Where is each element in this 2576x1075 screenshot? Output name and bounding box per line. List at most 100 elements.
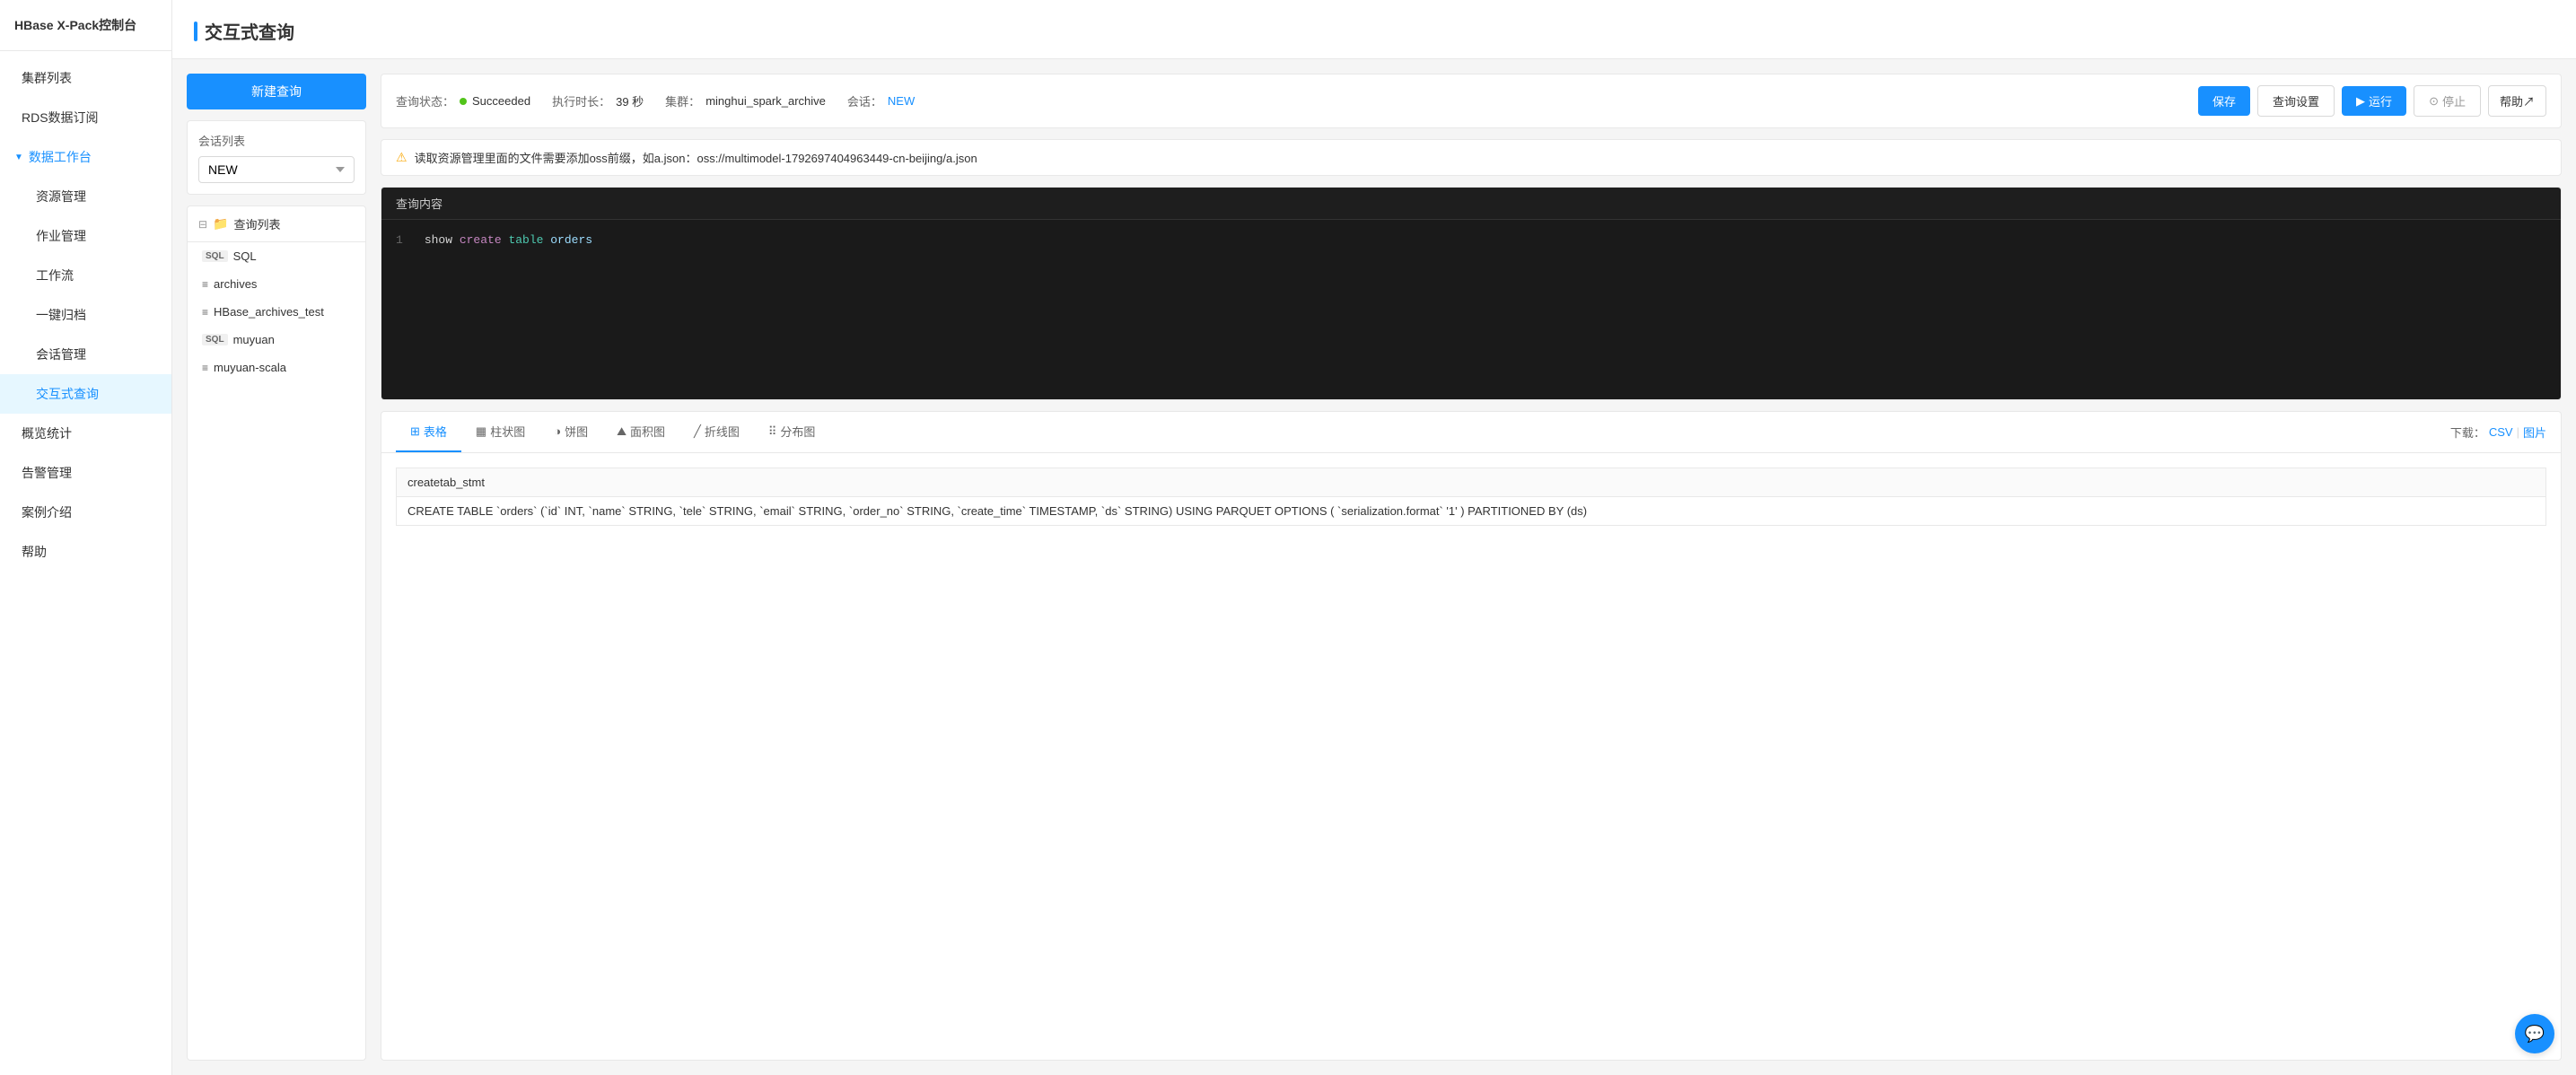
sidebar-item-interactive-query[interactable]: 交互式查询 bbox=[0, 374, 171, 414]
sidebar-item-workflow[interactable]: 工作流 bbox=[0, 256, 171, 295]
query-list-header: ⊟ 📁 查询列表 bbox=[188, 206, 365, 242]
tab-pie-label: 饼图 bbox=[565, 423, 588, 440]
query-list-item-label: HBase_archives_test bbox=[214, 305, 324, 319]
tab-area-icon: ⛰ bbox=[617, 424, 626, 439]
title-bar-accent bbox=[194, 22, 197, 41]
session-select[interactable]: NEW bbox=[198, 156, 355, 183]
query-status-bar: 查询状态： Succeeded 执行时长： 39 秒 集群： minghui_s… bbox=[381, 74, 2562, 128]
help-button[interactable]: 帮助↗ bbox=[2488, 85, 2546, 117]
stop-icon: ⊙ bbox=[2429, 94, 2439, 109]
code-show: show bbox=[425, 233, 460, 247]
sidebar-item-label: 交互式查询 bbox=[36, 385, 99, 403]
status-item-state: 查询状态： Succeeded bbox=[396, 92, 530, 109]
results-section: ⊞ 表格 ▦ 柱状图 ◑ 饼图 ⛰ 面积图 bbox=[381, 411, 2562, 1061]
chat-fab[interactable]: 💬 bbox=[2515, 1014, 2554, 1053]
new-query-button[interactable]: 新建查询 bbox=[187, 74, 366, 109]
sidebar: HBase X-Pack控制台 集群列表 RDS数据订阅 ▼ 数据工作台 资源管… bbox=[0, 0, 172, 1075]
query-settings-button[interactable]: 查询设置 bbox=[2257, 85, 2335, 117]
sidebar-item-label: 作业管理 bbox=[36, 227, 86, 245]
sidebar-item-alert-mgmt[interactable]: 告警管理 bbox=[0, 453, 171, 493]
right-panel: 查询状态： Succeeded 执行时长： 39 秒 集群： minghui_s… bbox=[381, 74, 2562, 1061]
query-list-item-label: muyuan-scala bbox=[214, 361, 286, 374]
arrow-down-icon: ▼ bbox=[14, 153, 23, 162]
results-table: createtab_stmt CREATE TABLE `orders` (`i… bbox=[396, 468, 2546, 526]
sidebar-item-label: 一键归档 bbox=[36, 306, 86, 324]
query-list-title: 查询列表 bbox=[234, 215, 281, 232]
sidebar-item-label: RDS数据订阅 bbox=[22, 109, 99, 127]
tab-line[interactable]: ╱ 折线图 bbox=[679, 412, 754, 452]
tab-line-label: 折线图 bbox=[705, 423, 740, 440]
code-ident: orders bbox=[550, 233, 592, 247]
query-list-section: ⊟ 📁 查询列表 SQL SQL ≡ archives ≡ HBase_ar bbox=[187, 205, 366, 1061]
spark-icon: ≡ bbox=[202, 278, 208, 291]
warning-bar: ⚠ 读取资源管理里面的文件需要添加oss前缀，如a.json：oss://mul… bbox=[381, 139, 2562, 176]
duration-value: 39 秒 bbox=[616, 92, 644, 109]
app-logo: HBase X-Pack控制台 bbox=[0, 0, 171, 51]
query-list-item-label: archives bbox=[214, 277, 257, 291]
editor-label: 查询内容 bbox=[381, 188, 2561, 220]
status-label: 查询状态： bbox=[396, 92, 454, 109]
tab-table-icon: ⊞ bbox=[410, 424, 420, 439]
tab-line-icon: ╱ bbox=[694, 424, 701, 439]
save-button[interactable]: 保存 bbox=[2198, 86, 2250, 116]
line-numbers: 1 bbox=[381, 231, 417, 389]
status-item-session: 会话： NEW bbox=[847, 92, 915, 109]
sidebar-item-resource-mgmt[interactable]: 资源管理 bbox=[0, 177, 171, 216]
list-item[interactable]: ≡ archives bbox=[188, 270, 365, 298]
sidebar-item-case-intro[interactable]: 案例介绍 bbox=[0, 493, 171, 532]
code-create: create bbox=[460, 233, 502, 247]
download-img-link[interactable]: 图片 bbox=[2523, 424, 2546, 441]
run-label: 运行 bbox=[2369, 92, 2392, 109]
status-item-duration: 执行时长： 39 秒 bbox=[552, 92, 644, 109]
tab-scatter[interactable]: ⠿ 分布图 bbox=[754, 412, 830, 452]
sidebar-item-rds-subscription[interactable]: RDS数据订阅 bbox=[0, 98, 171, 137]
list-item[interactable]: ≡ HBase_archives_test bbox=[188, 298, 365, 326]
status-dot-success bbox=[460, 98, 467, 105]
collapse-icon[interactable]: ⊟ bbox=[198, 218, 207, 231]
spark-icon: ≡ bbox=[202, 306, 208, 319]
main-header: 交互式查询 bbox=[172, 0, 2576, 59]
tab-pie[interactable]: ◑ 饼图 bbox=[539, 412, 602, 452]
tab-bar-icon: ▦ bbox=[476, 424, 486, 439]
download-label: 下载： bbox=[2450, 424, 2485, 441]
tab-bar[interactable]: ▦ 柱状图 bbox=[461, 412, 539, 452]
query-list-item-label: muyuan bbox=[233, 333, 275, 346]
tab-scatter-icon: ⠿ bbox=[768, 424, 777, 439]
sidebar-item-help[interactable]: 帮助 bbox=[0, 532, 171, 572]
code-editor[interactable]: 1 show create table orders bbox=[381, 220, 2561, 399]
sidebar-item-overview-stats[interactable]: 概览统计 bbox=[0, 414, 171, 453]
stop-button[interactable]: ⊙ 停止 bbox=[2414, 85, 2481, 117]
warning-text: 读取资源管理里面的文件需要添加oss前缀，如a.json：oss://multi… bbox=[415, 149, 977, 166]
session-section: 会话列表 NEW bbox=[187, 120, 366, 195]
download-bar: 下载： CSV | 图片 bbox=[2450, 424, 2546, 441]
tab-area[interactable]: ⛰ 面积图 bbox=[602, 412, 679, 452]
list-item[interactable]: SQL SQL bbox=[188, 242, 365, 270]
sidebar-item-label: 集群列表 bbox=[22, 69, 72, 87]
sidebar-item-label: 帮助 bbox=[22, 543, 47, 561]
cluster-label: 集群： bbox=[665, 92, 700, 109]
duration-label: 执行时长： bbox=[552, 92, 610, 109]
sidebar-group-label: 数据工作台 bbox=[29, 148, 92, 166]
list-item[interactable]: SQL muyuan bbox=[188, 326, 365, 354]
sidebar-item-job-mgmt[interactable]: 作业管理 bbox=[0, 216, 171, 256]
sidebar-item-cluster-list[interactable]: 集群列表 bbox=[0, 58, 171, 98]
cluster-value: minghui_spark_archive bbox=[705, 94, 826, 108]
spark-icon: ≡ bbox=[202, 362, 208, 374]
tab-table[interactable]: ⊞ 表格 bbox=[396, 412, 461, 452]
results-table-wrap: createtab_stmt CREATE TABLE `orders` (`i… bbox=[381, 453, 2561, 1060]
page-title-wrap: 交互式查询 bbox=[194, 18, 2554, 44]
sidebar-group-data-workbench[interactable]: ▼ 数据工作台 bbox=[0, 137, 171, 177]
list-item[interactable]: ≡ muyuan-scala bbox=[188, 354, 365, 381]
column-header: createtab_stmt bbox=[397, 468, 2546, 497]
download-csv-link[interactable]: CSV bbox=[2489, 425, 2513, 439]
table-cell: CREATE TABLE `orders` (`id` INT, `name` … bbox=[397, 497, 2546, 526]
run-button[interactable]: ▶ 运行 bbox=[2342, 86, 2406, 116]
left-panel: 新建查询 会话列表 NEW ⊟ 📁 查询列表 SQL SQL bbox=[187, 74, 366, 1061]
sidebar-item-session-mgmt[interactable]: 会话管理 bbox=[0, 335, 171, 374]
session-link[interactable]: NEW bbox=[888, 94, 915, 108]
content-area: 新建查询 会话列表 NEW ⊟ 📁 查询列表 SQL SQL bbox=[172, 59, 2576, 1075]
code-content: show create table orders bbox=[417, 231, 2561, 389]
sidebar-item-one-key-archive[interactable]: 一键归档 bbox=[0, 295, 171, 335]
toolbar-right: 保存 查询设置 ▶ 运行 ⊙ 停止 帮助↗ bbox=[2198, 85, 2546, 117]
code-table: table bbox=[502, 233, 551, 247]
